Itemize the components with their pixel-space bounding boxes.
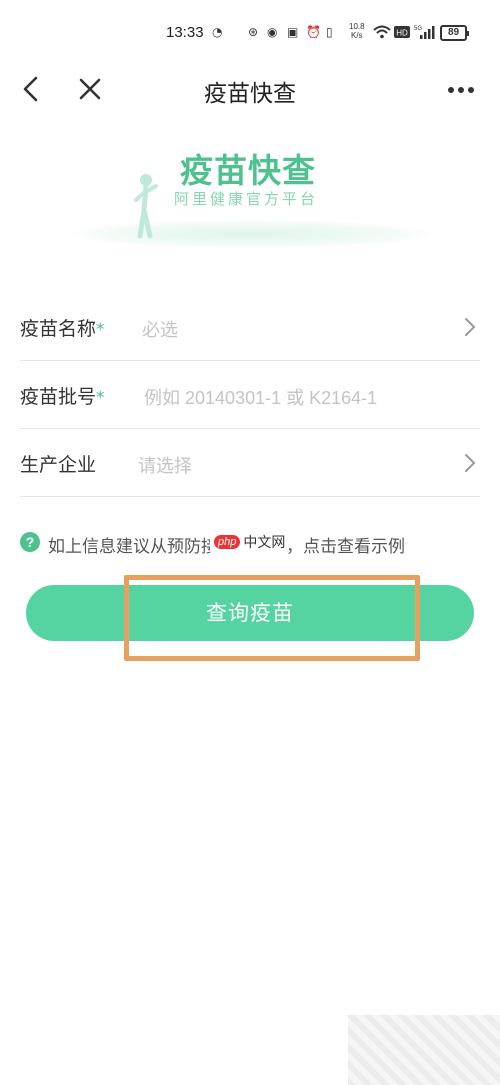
vaccine-name-row[interactable]: 疫苗名称* 必选 [20, 293, 480, 361]
manufacturer-select[interactable]: 请选择 [138, 452, 192, 478]
required-mark: * [96, 320, 105, 340]
question-icon: ? [20, 532, 40, 552]
batch-number-label: 疫苗批号* [20, 382, 105, 409]
alarm-icon: ⏰ [306, 25, 321, 39]
chevron-right-icon [464, 453, 476, 473]
svg-text:5G: 5G [414, 26, 422, 32]
batch-number-row[interactable]: 疫苗批号* 例如 20140301-1 或 K2164-1 [20, 361, 480, 429]
header-banner: 疫苗快查 阿里健康官方平台 [60, 130, 440, 255]
person-illustration-icon [132, 170, 162, 240]
hd-icon: HD [394, 25, 410, 42]
vaccine-name-label-text: 疫苗名称 [20, 318, 97, 340]
page-title: 疫苗快查 [204, 81, 296, 107]
chevron-right-icon [464, 317, 476, 337]
more-icon[interactable] [444, 74, 478, 104]
vibrate-icon: ▯ [326, 25, 333, 39]
banner-title: 疫苗快查 [180, 151, 316, 190]
banner-glow [70, 220, 430, 248]
batch-number-label-text: 疫苗批号 [20, 386, 97, 408]
vaccine-name-select[interactable]: 必选 [142, 316, 178, 342]
required-mark: * [96, 388, 105, 408]
watermark-badge: php [214, 535, 241, 549]
vaccine-form: 疫苗名称* 必选 疫苗批号* 例如 20140301-1 或 K2164-1 生… [20, 293, 480, 497]
watermark-text: 中文网 [243, 535, 286, 551]
highlight-box [124, 575, 420, 661]
manufacturer-label: 生产企业 [20, 450, 96, 477]
manufacturer-label-text: 生产企业 [20, 454, 97, 476]
eye-icon: ◉ [267, 25, 278, 39]
nav-bar: 疫苗快查 [0, 62, 500, 118]
hint-link[interactable]: ? 如上信息建议从预防接种证获取，点击查看示例 php 中文网 [20, 529, 480, 557]
status-bar: 13:33 ◔ ⊛ ◉ ▣ ⏰ ▯ 10.8 K/s HD 5G 89 [0, 0, 500, 62]
network-speed-unit: K/s [351, 31, 363, 40]
manufacturer-row[interactable]: 生产企业 请选择 [20, 429, 480, 497]
nfc-icon: ▣ [287, 25, 299, 39]
network-speed: 10.8 K/s [349, 22, 365, 40]
corner-mosaic [348, 1015, 500, 1085]
watermark: php 中文网 [210, 529, 290, 555]
sync-icon: ⊛ [248, 25, 259, 39]
vaccine-name-label: 疫苗名称* [20, 314, 105, 341]
signal-icon: 5G [414, 24, 436, 44]
app-notification-icon: ◔ [212, 25, 223, 39]
svg-text:HD: HD [396, 29, 408, 38]
wifi-icon [373, 25, 391, 42]
batch-number-input[interactable]: 例如 20140301-1 或 K2164-1 [144, 384, 377, 410]
status-time: 13:33 [166, 24, 204, 41]
banner-subtitle: 阿里健康官方平台 [174, 190, 319, 208]
network-speed-value: 10.8 [349, 22, 365, 31]
battery-icon: 89 [440, 25, 469, 41]
